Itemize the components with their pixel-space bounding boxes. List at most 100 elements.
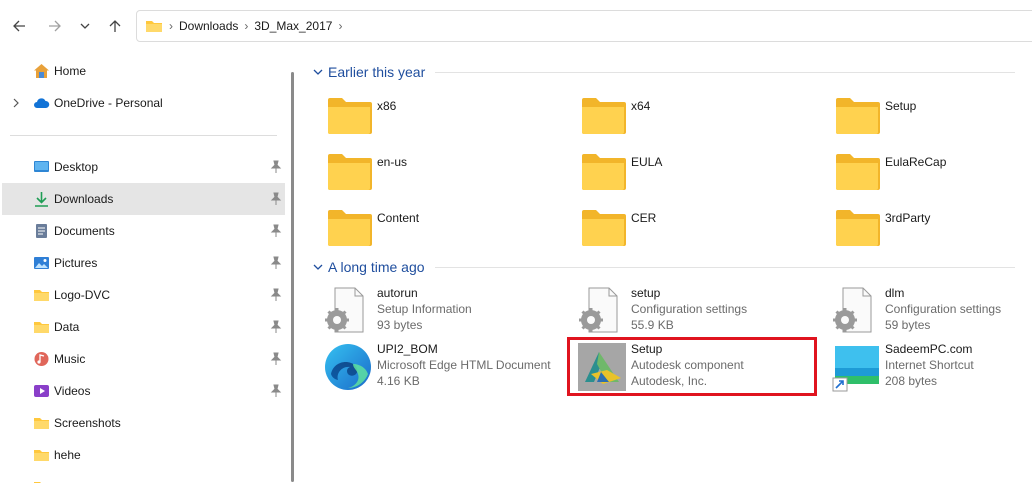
sidebar-item-label: Home [54,64,87,78]
folder-cer[interactable]: CER [581,208,821,252]
sidebar-item-logo-dvc[interactable]: Logo-DVC [2,279,285,311]
group-header-earlier-this-year[interactable]: Earlier this year [312,64,1016,80]
file-type: Configuration settings [885,302,1002,316]
file-sadeempc-com[interactable]: SadeemPC.com Internet Shortcut 208 bytes [831,342,1032,394]
file-type: Microsoft Edge HTML Document [377,358,551,372]
file-type: Configuration settings [631,302,748,316]
download-icon [35,192,48,207]
folder-icon [328,154,372,190]
folder-icon [34,450,49,461]
folder-name: Content [377,211,420,225]
folder-content[interactable]: Content [327,208,567,252]
file-size: 93 bytes [377,318,423,332]
file-size: 208 bytes [885,374,938,388]
desktop-icon [34,161,49,172]
chevron-right-icon[interactable] [11,97,21,109]
internet-shortcut-icon [832,346,879,392]
folder-3rdparty[interactable]: 3rdParty [835,208,1032,252]
folder-icon [582,210,626,246]
folder-eula[interactable]: EULA [581,152,821,196]
recent-locations-button[interactable] [74,14,96,38]
breadcrumb-downloads[interactable]: Downloads [173,19,244,33]
pin-icon [270,256,282,269]
up-button[interactable] [104,14,126,38]
folder-en-us[interactable]: en-us [327,152,567,196]
settings-file-icon [579,287,618,333]
sidebar-item-label: Downloads [54,192,114,206]
navigation-bar: › Downloads › 3D_Max_2017 › [0,0,1032,54]
sidebar-item-downloads[interactable]: Downloads [2,183,285,215]
pin-icon [270,160,282,173]
folder-setup[interactable]: Setup [835,96,1032,140]
sidebar-item-music[interactable]: Music [2,343,285,375]
sidebar-item-desktop[interactable]: Desktop [2,151,285,183]
music-icon [34,352,49,366]
sidebar-item-documents[interactable]: Documents [2,215,285,247]
folder-icon [146,21,162,32]
folder-icon [328,98,372,134]
folder-name: 3rdParty [885,211,931,225]
sidebar-item-partial[interactable] [2,473,285,483]
folder-icon [582,98,626,134]
sidebar-item-hehe[interactable]: hehe [2,439,285,471]
pin-icon [270,352,282,365]
sidebar-item-data[interactable]: Data [2,311,285,343]
pin-icon [270,192,282,205]
folder-x86[interactable]: x86 [327,96,567,140]
group-divider [435,71,1016,73]
sidebar-item-label: Documents [54,224,115,238]
sidebar-item-onedrive[interactable]: OneDrive - Personal [2,87,285,119]
file-type: Internet Shortcut [885,358,974,372]
file-name: SadeemPC.com [885,342,973,356]
sidebar-item-label: Data [54,320,80,334]
address-bar[interactable]: › Downloads › 3D_Max_2017 › [136,10,1032,42]
sidebar-item-label: OneDrive - Personal [54,96,163,110]
forward-button[interactable] [44,14,66,38]
group-divider [434,266,1015,268]
settings-file-icon [833,287,872,333]
sidebar-item-pictures[interactable]: Pictures [2,247,285,279]
group-header-a-long-time-ago[interactable]: A long time ago [312,259,1015,275]
arrow-left-icon [13,20,25,32]
cloud-icon [34,98,50,108]
sidebar-item-label: Pictures [54,256,98,270]
folder-icon [34,290,49,301]
folder-name: x64 [631,99,651,113]
folder-eularecap[interactable]: EulaReCap [835,152,1032,196]
settings-file-icon [325,287,364,333]
pin-icon [270,384,282,397]
chevron-down-icon [313,69,323,75]
folder-icon [836,98,880,134]
file-upi2-bom[interactable]: UPI2_BOM Microsoft Edge HTML Document 4.… [323,342,568,394]
file-setup-ini[interactable]: setup Configuration settings 55.9 KB [577,286,822,338]
breadcrumb-3d-max-2017[interactable]: 3D_Max_2017 [248,19,338,33]
arrow-right-icon [49,20,61,32]
folder-icon [328,210,372,246]
sidebar-item-label: Music [54,352,86,366]
navigation-pane: Home OneDrive - Personal Desktop Downloa… [0,54,290,483]
sidebar-item-videos[interactable]: Videos [2,375,285,407]
file-autorun[interactable]: autorun Setup Information 93 bytes [323,286,568,338]
group-title: Earlier this year [328,64,426,80]
file-size: 59 bytes [885,318,931,332]
sidebar-item-home[interactable]: Home [2,55,285,87]
sidebar-item-screenshots[interactable]: Screenshots [2,407,285,439]
folder-name: EulaReCap [885,155,947,169]
folder-icon [34,482,41,483]
highlight-annotation-box [567,337,817,396]
breadcrumb-separator: › [338,19,343,33]
document-icon [36,224,47,238]
folder-name: x86 [377,99,397,113]
arrow-up-icon [109,20,121,32]
file-dlm[interactable]: dlm Configuration settings 59 bytes [831,286,1032,338]
folder-icon [582,154,626,190]
file-name: autorun [377,286,418,300]
pin-icon [270,288,282,301]
folder-x64[interactable]: x64 [581,96,821,140]
file-name: setup [631,286,661,300]
back-button[interactable] [8,14,30,38]
folder-icon [34,322,49,333]
sidebar-scrollbar[interactable] [291,72,294,482]
folder-icon [34,418,49,429]
sidebar-item-label: Logo-DVC [54,288,111,302]
